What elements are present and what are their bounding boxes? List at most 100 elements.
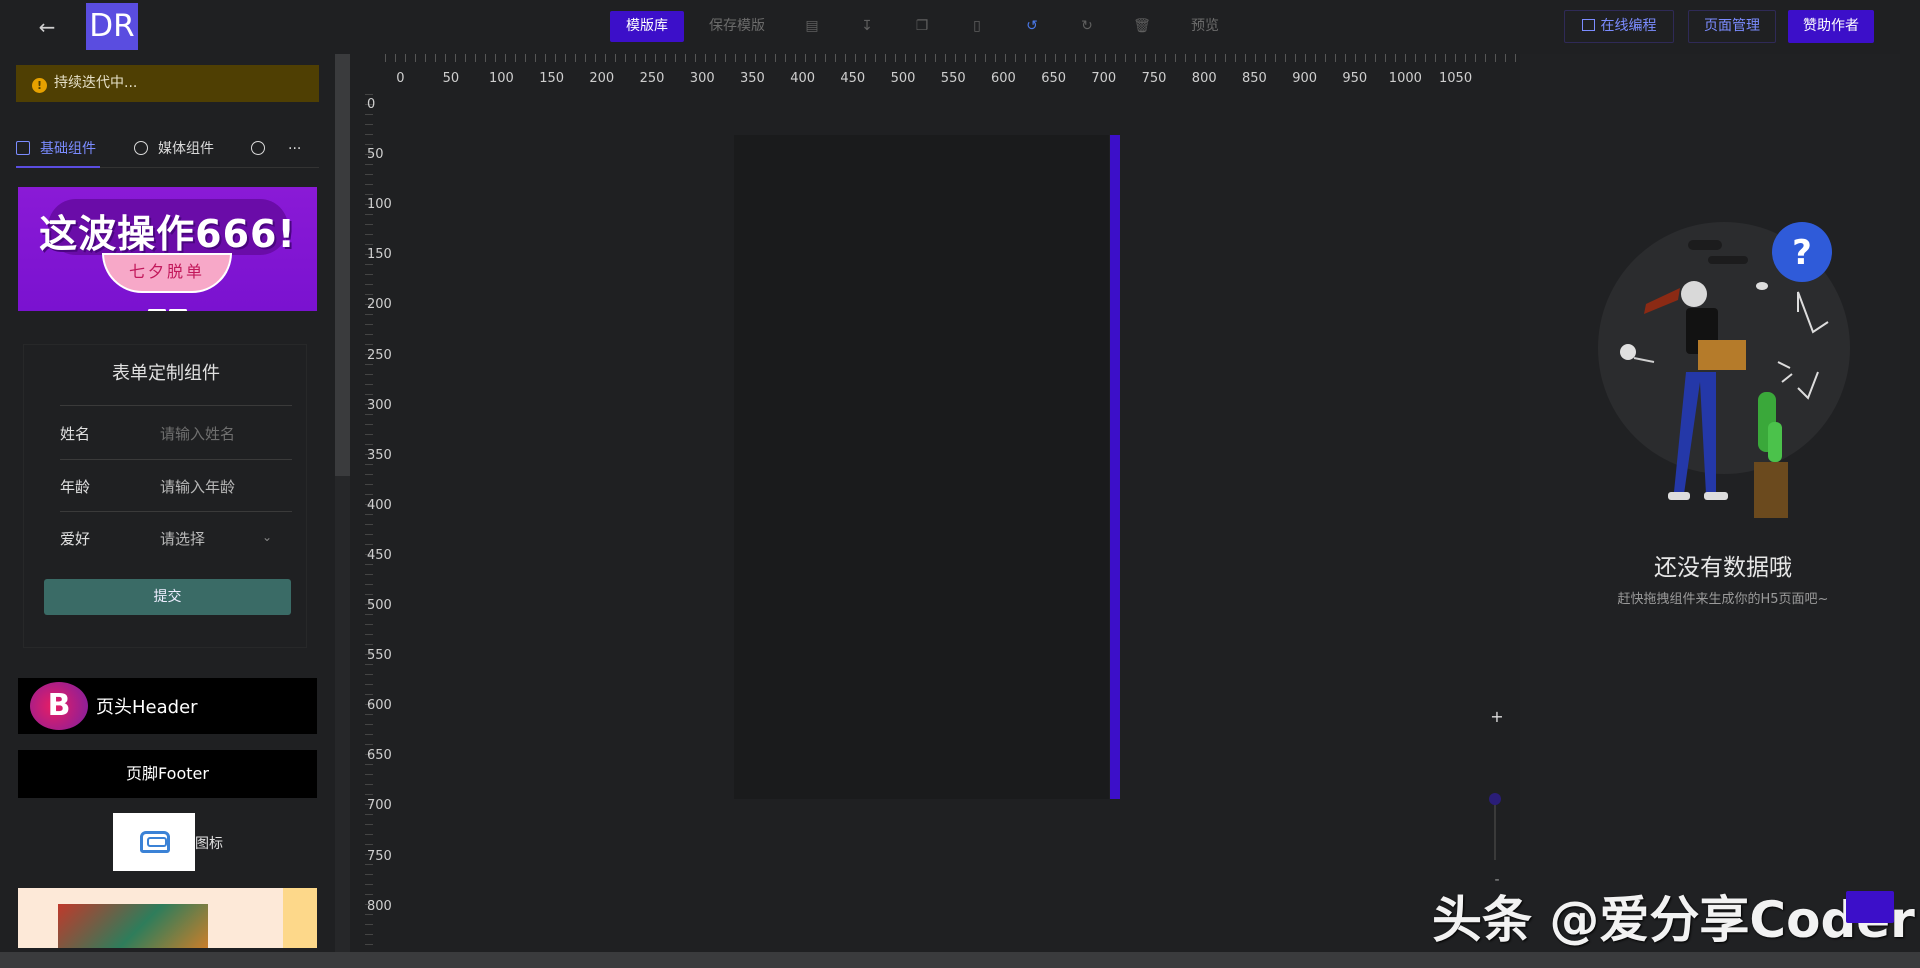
ruler-tick-label: 500	[367, 598, 392, 613]
delete-icon[interactable]: 🗑	[1130, 14, 1154, 38]
ruler-tick-label: 800	[1191, 71, 1217, 86]
play-icon	[134, 141, 148, 155]
component-tabs: 基础组件 媒体组件 ···	[16, 134, 319, 168]
ruler-tick-label: 300	[689, 71, 715, 86]
tab-more[interactable]: ···	[288, 134, 301, 168]
top-toolbar: ← DR 模版库 保存模版 ▤ ↧ ❐ ▯ ↺ ↻ 🗑 预览 在线编程 页面管理…	[0, 0, 1920, 54]
brush-icon	[16, 141, 30, 155]
ruler-tick-label: 250	[367, 347, 392, 363]
icon-component[interactable]	[113, 813, 195, 871]
canvas-resize-handle[interactable]	[1110, 135, 1120, 799]
save-template-button[interactable]: 保存模版	[709, 11, 765, 42]
zoom-slider[interactable]	[1494, 800, 1496, 860]
ruler-tick-label: 100	[367, 197, 392, 213]
ruler-tick-label: 200	[367, 297, 392, 313]
ruler-tick-label: 600	[367, 698, 392, 714]
carousel-dots	[148, 297, 190, 311]
page-scrollbar-bottom[interactable]	[0, 952, 1920, 968]
file-icon[interactable]: ▤	[800, 14, 824, 38]
icon-component-label: 图标	[195, 836, 223, 852]
ruler-tick-label: 50	[367, 147, 384, 163]
ruler-tick-label: 650	[1041, 71, 1067, 86]
form-label-age: 年龄	[60, 478, 91, 496]
app-logo[interactable]: DR	[86, 3, 138, 50]
ruler-tick-label: 150	[539, 71, 565, 86]
preview-button[interactable]: 预览	[1191, 11, 1219, 42]
footer-component[interactable]: 页脚Footer	[18, 750, 317, 798]
brand-logo-icon: B	[30, 682, 88, 730]
ruler-tick-label: 0	[396, 71, 405, 86]
form-title: 表单定制组件	[112, 363, 220, 384]
age-input[interactable]: 请输入年龄	[160, 476, 235, 497]
floating-action-badge[interactable]	[1846, 891, 1894, 923]
ruler-tick-label: 450	[840, 71, 866, 86]
pie-chart-icon	[251, 141, 265, 155]
ruler-tick-label: 600	[991, 71, 1016, 86]
ruler-tick-label: 350	[740, 71, 765, 86]
watermark: 头条 @爱分享Coder	[1432, 891, 1915, 949]
submit-button[interactable]: 提交	[44, 579, 291, 615]
name-input[interactable]: 请输入姓名	[160, 423, 235, 444]
page-scrollbar-right[interactable]	[1904, 0, 1920, 968]
banner-ribbon: 七夕脱单	[102, 253, 232, 293]
empty-state-title: 还没有数据哦	[1654, 555, 1792, 581]
ruler-tick-label: 250	[639, 71, 665, 86]
ruler-tick-label: 100	[489, 71, 514, 86]
ruler-tick-label: 550	[367, 648, 392, 664]
header-component[interactable]: B 页头Header	[18, 678, 317, 734]
left-panel-scrollbar-thumb[interactable]	[335, 54, 350, 476]
ruler-tick-label: 1000	[1388, 71, 1422, 86]
iteration-notice: ! 持续迭代中...	[16, 65, 319, 102]
form-component[interactable]: 表单定制组件 姓名 请输入姓名 年龄 请输入年龄 爱好 请选择 ⌄ 提交	[23, 344, 307, 648]
ruler-tick-label: 150	[367, 247, 392, 263]
undo-icon[interactable]: ↺	[1020, 14, 1044, 38]
redo-icon[interactable]: ↻	[1075, 14, 1099, 38]
ruler-tick-label: 550	[940, 71, 966, 86]
ruler-tick-label: 400	[790, 71, 816, 86]
ruler-tick-label: 0	[367, 97, 376, 112]
ruler-tick-label: 300	[367, 397, 392, 413]
code-icon	[1581, 19, 1595, 31]
svg-text:?: ?	[1792, 233, 1812, 273]
ruler-tick-label: 700	[1091, 71, 1117, 86]
vertical-ruler-ticks	[365, 94, 373, 952]
phone-preview-canvas[interactable]	[734, 135, 1109, 799]
image-component[interactable]	[18, 888, 317, 948]
ruler-tick-label: 450	[367, 547, 392, 563]
copy-icon[interactable]: ❐	[910, 14, 934, 38]
ruler-tick-label: 400	[367, 497, 392, 513]
ruler-tick-label: 700	[367, 798, 392, 814]
sponsor-author-button[interactable]: 赞助作者	[1788, 10, 1874, 43]
tab-media-components[interactable]: 媒体组件	[134, 134, 214, 168]
page-management-button[interactable]: 页面管理	[1688, 10, 1776, 43]
ruler-tick-label: 750	[1141, 71, 1167, 86]
component-panel: ! 持续迭代中... 基础组件 媒体组件 ··· 这波操作666! 七夕脱单 表单…	[0, 54, 333, 952]
horizontal-ruler-ticks	[385, 54, 1520, 62]
empty-state-illustration: ?	[1598, 222, 1850, 518]
ruler-tick-label: 800	[367, 898, 392, 914]
ruler-tick-label: 200	[589, 71, 615, 86]
ruler-tick-label: 1050	[1439, 71, 1473, 86]
zoom-slider-handle[interactable]	[1489, 793, 1501, 805]
carousel-banner-component[interactable]: 这波操作666! 七夕脱单	[18, 187, 317, 311]
template-library-button[interactable]: 模版库	[610, 11, 684, 42]
ruler-tick-label: 350	[367, 447, 392, 463]
tab-basic-components[interactable]: 基础组件	[16, 134, 100, 168]
banner-title: 这波操作666!	[39, 212, 296, 256]
ruler-tick-label: 950	[1342, 71, 1368, 86]
mobile-icon[interactable]: ▯	[965, 14, 989, 38]
back-arrow-icon[interactable]: ←	[34, 14, 60, 40]
chevron-down-icon[interactable]: ⌄	[262, 530, 272, 544]
download-icon[interactable]: ↧	[855, 14, 879, 38]
hobby-select[interactable]: 请选择	[160, 528, 205, 549]
ruler-tick-label: 900	[1292, 71, 1318, 86]
image-thumbnail	[58, 904, 208, 948]
form-label-hobby: 爱好	[60, 530, 91, 548]
tab-chart-components[interactable]	[251, 134, 275, 168]
zoom-in-button[interactable]: +	[1490, 709, 1504, 725]
empty-state-subtitle: 赶快拖拽组件来生成你的H5页面吧~	[1617, 592, 1829, 607]
form-label-name: 姓名	[60, 425, 91, 443]
online-coding-button[interactable]: 在线编程	[1564, 10, 1674, 43]
header-label: 页头Header	[96, 697, 198, 718]
car-icon	[140, 831, 170, 853]
